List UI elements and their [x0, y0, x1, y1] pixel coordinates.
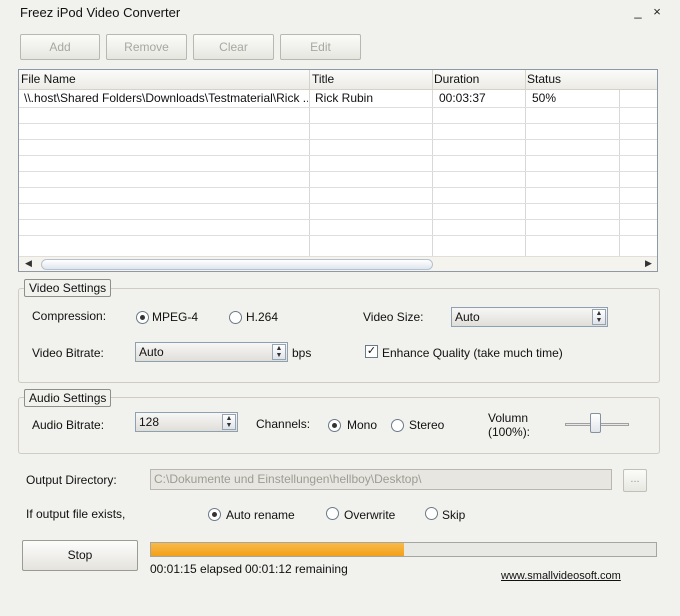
grid-line	[19, 123, 657, 124]
window-title: Freez iPod Video Converter	[20, 5, 181, 20]
website-link[interactable]: www.smallvideosoft.com	[501, 570, 621, 582]
checkmark-icon: ✓	[366, 345, 377, 357]
enhance-quality-checkbox[interactable]: ✓	[365, 345, 378, 358]
cell-title[interactable]: Rick Rubin	[315, 91, 373, 105]
compression-mpeg4-radio[interactable]	[136, 311, 149, 324]
grid-line	[19, 139, 657, 140]
skip-label[interactable]: Skip	[442, 508, 465, 522]
skip-radio[interactable]	[425, 507, 438, 520]
title-bar: Freez iPod Video Converter _ ×	[0, 0, 680, 26]
channel-mono-radio[interactable]	[328, 419, 341, 432]
spin-arrows-icon[interactable]: ▲ ▼	[222, 414, 236, 430]
grid-line	[19, 235, 657, 236]
grid-line	[619, 90, 620, 257]
column-divider[interactable]	[525, 70, 526, 90]
volume-slider-thumb[interactable]	[590, 413, 601, 433]
add-button[interactable]: Add	[20, 34, 100, 60]
clear-button[interactable]: Clear	[193, 34, 274, 60]
output-directory-label: Output Directory:	[26, 473, 117, 487]
output-directory-field[interactable]: C:\Dokumente und Einstellungen\hellboy\D…	[150, 469, 612, 490]
column-file-name[interactable]: File Name	[21, 72, 76, 86]
compression-mpeg4-label[interactable]: MPEG-4	[152, 310, 198, 324]
video-bitrate-label: Video Bitrate:	[32, 346, 104, 360]
spin-arrows-icon[interactable]: ▲ ▼	[592, 309, 606, 325]
column-divider[interactable]	[432, 70, 433, 90]
cell-file-name[interactable]: \\.host\Shared Folders\Downloads\Testmat…	[24, 91, 308, 105]
column-duration[interactable]: Duration	[434, 72, 479, 86]
video-size-value: Auto	[455, 310, 480, 324]
grid-line	[19, 107, 657, 108]
scroll-right-icon[interactable]: ▶	[645, 258, 652, 269]
close-button[interactable]: ×	[649, 4, 665, 20]
grid-line	[19, 203, 657, 204]
audio-bitrate-value: 128	[139, 415, 160, 429]
compression-h264-label[interactable]: H.264	[246, 310, 278, 324]
horizontal-scrollbar[interactable]: ◀ ▶	[19, 256, 657, 271]
video-size-select[interactable]: Auto ▲ ▼	[451, 307, 608, 327]
column-title[interactable]: Title	[312, 72, 334, 86]
grid-line	[432, 90, 433, 257]
remaining-time: 00:01:12 remaining	[245, 562, 348, 576]
stop-button[interactable]: Stop	[22, 540, 138, 571]
edit-button[interactable]: Edit	[280, 34, 361, 60]
video-settings-group	[18, 288, 660, 383]
edit-button-label: Edit	[310, 40, 331, 54]
elapsed-time: 00:01:15 elapsed	[150, 562, 243, 576]
volume-label: Volumn	[488, 411, 529, 425]
auto-rename-radio[interactable]	[208, 508, 221, 521]
video-settings-title: Video Settings	[24, 279, 112, 297]
file-list[interactable]: File Name Title Duration Status \\.host\…	[18, 69, 658, 272]
video-bitrate-value: Auto	[139, 345, 164, 359]
file-list-header: File Name Title Duration Status	[19, 70, 657, 90]
scroll-left-icon[interactable]: ◀	[25, 258, 32, 269]
channels-label: Channels:	[256, 417, 311, 431]
add-button-label: Add	[49, 40, 71, 54]
cell-duration[interactable]: 00:03:37	[439, 91, 486, 105]
overwrite-radio[interactable]	[326, 507, 339, 520]
browse-button-label: ...	[630, 473, 640, 485]
cell-status[interactable]: 50%	[532, 91, 556, 105]
minimize-button[interactable]: _	[630, 4, 646, 20]
audio-settings-title: Audio Settings	[24, 389, 112, 407]
volume-percent-label: (100%):	[488, 425, 531, 439]
overwrite-label[interactable]: Overwrite	[344, 508, 395, 522]
channel-mono-label[interactable]: Mono	[347, 418, 377, 432]
scroll-thumb[interactable]	[41, 259, 433, 270]
compression-label: Compression:	[32, 309, 107, 323]
progress-bar	[150, 542, 657, 557]
grid-line	[19, 155, 657, 156]
grid-line	[19, 171, 657, 172]
column-divider[interactable]	[309, 70, 310, 90]
video-bitrate-select[interactable]: Auto ▲ ▼	[135, 342, 288, 362]
column-status[interactable]: Status	[527, 72, 561, 86]
video-size-label: Video Size:	[363, 310, 424, 324]
grid-line	[19, 219, 657, 220]
audio-bitrate-label: Audio Bitrate:	[32, 418, 105, 432]
spin-arrows-icon[interactable]: ▲ ▼	[272, 344, 286, 360]
output-directory-value: C:\Dokumente und Einstellungen\hellboy\D…	[154, 472, 422, 486]
enhance-quality-label[interactable]: Enhance Quality (take much time)	[382, 346, 563, 360]
channel-stereo-radio[interactable]	[391, 419, 404, 432]
grid-line	[525, 90, 526, 257]
audio-bitrate-select[interactable]: 128 ▲ ▼	[135, 412, 238, 432]
if-exists-label: If output file exists,	[26, 507, 126, 521]
remove-button[interactable]: Remove	[106, 34, 187, 60]
browse-button[interactable]: ...	[623, 469, 647, 492]
video-bitrate-unit: bps	[292, 346, 312, 360]
grid-line	[309, 90, 310, 257]
remove-button-label: Remove	[124, 40, 169, 54]
clear-button-label: Clear	[219, 40, 248, 54]
auto-rename-label[interactable]: Auto rename	[226, 508, 295, 522]
progress-fill	[151, 543, 404, 556]
channel-stereo-label[interactable]: Stereo	[409, 418, 444, 432]
compression-h264-radio[interactable]	[229, 311, 242, 324]
stop-button-label: Stop	[67, 548, 93, 562]
grid-line	[19, 187, 657, 188]
